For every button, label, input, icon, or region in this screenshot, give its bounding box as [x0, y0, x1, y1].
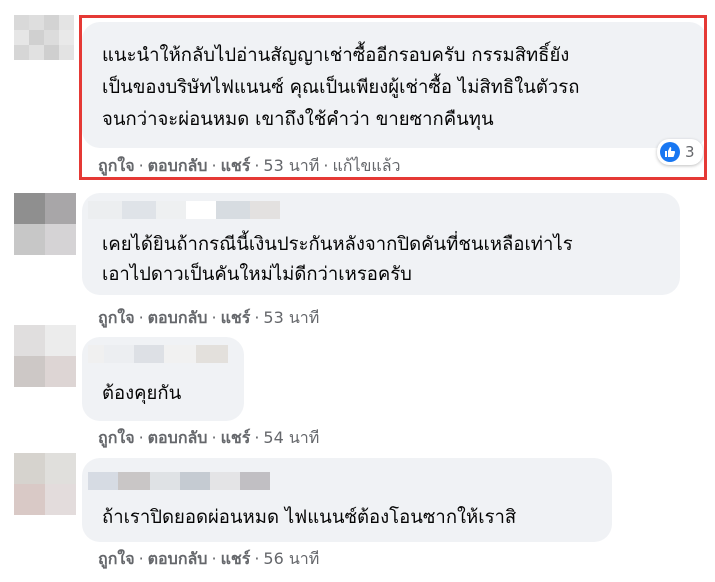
comment-text-line: แนะนำให้กลับไปอ่านสัญญาเช่าซื้ออีกรอบครั… [102, 45, 570, 66]
separator-dot: · [211, 428, 217, 447]
avatar[interactable] [14, 453, 76, 515]
comment-bubble: เคยได้ยินถ้ากรณีนี้เงินประกันหลังจากปิดค… [82, 193, 680, 295]
like-link[interactable]: ถูกใจ [98, 428, 135, 447]
comment-text-line: เป็นของบริษัทไฟแนนซ์ คุณเป็นเพียงผู้เช่า… [102, 77, 580, 98]
comment-actions: ถูกใจ · ตอบกลับ · แชร์ · 53 นาที [98, 306, 319, 331]
timestamp[interactable]: 54 นาที [263, 428, 319, 447]
separator-dot: · [138, 308, 144, 327]
avatar[interactable] [14, 15, 76, 65]
share-link[interactable]: แชร์ [221, 156, 251, 175]
reply-link[interactable]: ตอบกลับ [148, 308, 208, 327]
reply-link[interactable]: ตอบกลับ [148, 549, 208, 568]
reaction-count[interactable]: 3 [657, 139, 703, 165]
separator-dot: · [254, 308, 260, 327]
comment-actions: ถูกใจ · ตอบกลับ · แชร์ · 54 นาที [98, 426, 319, 451]
avatar[interactable] [14, 325, 76, 387]
comment-text-line: ต้องคุยกัน [102, 383, 182, 404]
reply-link[interactable]: ตอบกลับ [148, 428, 208, 447]
author-name-blurred[interactable] [88, 345, 228, 363]
comment-bubble: ถ้าเราปิดยอดผ่อนหมด ไฟแนนซ์ต้องโอนซากให้… [82, 458, 612, 542]
author-name-blurred[interactable] [88, 472, 270, 490]
timestamp[interactable]: 56 นาที [263, 549, 319, 568]
separator-dot: · [323, 156, 329, 175]
avatar[interactable] [14, 193, 76, 255]
like-link[interactable]: ถูกใจ [98, 308, 135, 327]
separator-dot: · [254, 549, 260, 568]
separator-dot: · [254, 428, 260, 447]
comment-text-line: ถ้าเราปิดยอดผ่อนหมด ไฟแนนซ์ต้องโอนซากให้… [102, 507, 517, 528]
like-link[interactable]: ถูกใจ [98, 549, 135, 568]
timestamp[interactable]: 53 นาที [263, 156, 319, 175]
like-link[interactable]: ถูกใจ [98, 156, 135, 175]
separator-dot: · [211, 308, 217, 327]
edited-label: แก้ไขแล้ว [332, 156, 401, 175]
separator-dot: · [138, 549, 144, 568]
separator-dot: · [211, 156, 217, 175]
comment-bubble: ต้องคุยกัน [82, 337, 244, 421]
separator-dot: · [211, 549, 217, 568]
reply-link[interactable]: ตอบกลับ [148, 156, 208, 175]
share-link[interactable]: แชร์ [221, 549, 251, 568]
comment-bubble: แนะนำให้กลับไปอ่านสัญญาเช่าซื้ออีกรอบครั… [82, 22, 707, 148]
author-name-blurred[interactable] [88, 201, 280, 219]
reaction-count-number: 3 [685, 143, 695, 161]
separator-dot: · [254, 156, 260, 175]
comment-actions: ถูกใจ · ตอบกลับ · แชร์ · 53 นาที · แก้ไขแล้ว [98, 154, 401, 179]
like-thumbs-up-icon [660, 142, 680, 162]
separator-dot: · [138, 156, 144, 175]
comment-actions: ถูกใจ · ตอบกลับ · แชร์ · 56 นาที [98, 547, 319, 572]
timestamp[interactable]: 53 นาที [263, 308, 319, 327]
comment-text-line: เอาไปดาวเป็นคันใหม่ไม่ดีกว่าเหรอครับ [102, 264, 412, 285]
separator-dot: · [138, 428, 144, 447]
comment-text-line: เคยได้ยินถ้ากรณีนี้เงินประกันหลังจากปิดค… [102, 234, 573, 255]
share-link[interactable]: แชร์ [221, 428, 251, 447]
share-link[interactable]: แชร์ [221, 308, 251, 327]
comment-text-line: จนกว่าจะผ่อนหมด เขาถึงใช้คำว่า ขายซากคืน… [102, 109, 494, 130]
